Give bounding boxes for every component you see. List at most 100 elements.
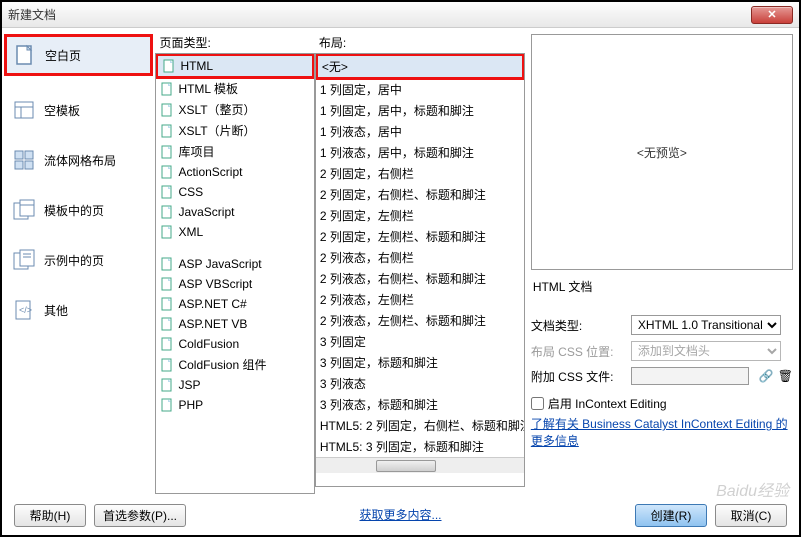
layout-item[interactable]: 2 列固定，左侧栏 — [316, 205, 524, 226]
layout-item[interactable]: 3 列固定 — [316, 331, 524, 352]
svg-text:</>: </> — [19, 305, 32, 315]
attach-css-label: 附加 CSS 文件: — [531, 368, 625, 385]
trash-icon[interactable]: 🗑 — [778, 369, 793, 383]
page-type-item[interactable]: ASP VBScript — [156, 274, 313, 294]
page-type-item[interactable]: JSP — [156, 375, 313, 395]
preview-box: <无预览> — [531, 34, 793, 270]
sidebar-item-page-from-sample[interactable]: 示例中的页 — [6, 244, 151, 276]
footer: 帮助(H) 首选参数(P)... 获取更多内容... 创建(R) 取消(C) — [2, 504, 799, 527]
file-icon — [160, 336, 174, 352]
page-type-list[interactable]: HTMLHTML 模板XSLT（整页）XSLT（片断）库项目ActionScri… — [155, 53, 314, 494]
fluid-grid-icon — [12, 148, 36, 172]
close-button[interactable]: ✕ — [751, 6, 793, 24]
layout-item[interactable]: 2 列液态，左侧栏、标题和脚注 — [316, 310, 524, 331]
scroll-thumb[interactable] — [376, 460, 436, 472]
enable-incontext-label: 启用 InContext Editing — [548, 395, 667, 412]
file-icon — [160, 316, 174, 332]
layout-item[interactable]: 2 列固定，右侧栏 — [316, 163, 524, 184]
layout-item[interactable]: 2 列液态，右侧栏 — [316, 247, 524, 268]
attach-css-input — [631, 367, 749, 385]
sidebar-item-blank-template[interactable]: 空模板 — [6, 94, 151, 126]
file-icon — [160, 276, 174, 292]
page-type-item[interactable]: PHP — [156, 395, 313, 415]
layout-item[interactable]: 2 列液态，左侧栏 — [316, 289, 524, 310]
file-icon — [160, 296, 174, 312]
layout-column: 布局: <无>1 列固定，居中1 列固定，居中，标题和脚注1 列液态，居中1 列… — [315, 28, 525, 494]
cancel-button[interactable]: 取消(C) — [715, 504, 787, 527]
layout-item[interactable]: 3 列液态 — [316, 373, 524, 394]
enable-incontext-row: 启用 InContext Editing — [531, 395, 793, 412]
doc-type-select[interactable]: XHTML 1.0 Transitional — [631, 315, 781, 335]
sidebar-item-label: 其他 — [44, 302, 68, 319]
layout-item[interactable]: 2 列固定，左侧栏、标题和脚注 — [316, 226, 524, 247]
layout-item[interactable]: <无> — [315, 53, 525, 80]
horizontal-scrollbar[interactable] — [316, 457, 524, 473]
page-type-item[interactable]: ASP.NET C# — [156, 294, 313, 314]
sidebar-item-label: 流体网格布局 — [44, 152, 116, 169]
incontext-learn-more-link[interactable]: 了解有关 Business Catalyst InContext Editing… — [531, 416, 793, 450]
page-type-item[interactable]: XML — [156, 222, 313, 242]
page-type-item[interactable]: ActionScript — [156, 162, 313, 182]
preferences-button[interactable]: 首选参数(P)... — [94, 504, 186, 527]
sidebar-item-blank-page[interactable]: 空白页 — [4, 34, 153, 76]
doc-type-label: 文档类型: — [531, 317, 625, 334]
sidebar: 空白页 空模板 流体网格布局 模板中的页 示例中的页 </> 其他 — [2, 28, 155, 494]
page-type-item[interactable]: XSLT（片断） — [156, 120, 313, 141]
close-icon: ✕ — [767, 8, 776, 21]
page-type-label: 页面类型: — [159, 34, 314, 51]
sidebar-item-other[interactable]: </> 其他 — [6, 294, 151, 326]
page-type-item[interactable]: XSLT（整页） — [156, 99, 313, 120]
layout-label: 布局: — [319, 34, 525, 51]
page-type-item[interactable]: ColdFusion — [156, 334, 313, 354]
layout-item[interactable]: 3 列固定，标题和脚注 — [316, 352, 524, 373]
page-type-item[interactable]: 库项目 — [156, 141, 313, 162]
file-icon — [160, 184, 174, 200]
right-pane: <无预览> HTML 文档 文档类型: XHTML 1.0 Transition… — [525, 28, 799, 494]
css-position-label: 布局 CSS 位置: — [531, 343, 625, 360]
file-icon — [160, 397, 174, 413]
file-icon — [160, 224, 174, 240]
link-icon[interactable]: 🔗 — [759, 369, 774, 383]
attach-css-row: 附加 CSS 文件: 🔗 🗑 — [531, 367, 793, 385]
layout-item[interactable]: 1 列固定，居中，标题和脚注 — [316, 100, 524, 121]
page-type-item[interactable]: ASP JavaScript — [156, 254, 313, 274]
page-type-column: 页面类型: HTMLHTML 模板XSLT（整页）XSLT（片断）库项目Acti… — [155, 28, 314, 494]
page-from-template-icon — [12, 198, 36, 222]
file-icon — [160, 357, 174, 373]
page-type-item[interactable]: HTML 模板 — [156, 78, 313, 99]
page-type-item[interactable]: CSS — [156, 182, 313, 202]
layout-item[interactable]: 1 列液态，居中，标题和脚注 — [316, 142, 524, 163]
page-type-item[interactable]: JavaScript — [156, 202, 313, 222]
file-icon — [160, 164, 174, 180]
help-button[interactable]: 帮助(H) — [14, 504, 86, 527]
layout-item[interactable]: HTML5: 3 列固定，标题和脚注 — [316, 436, 524, 457]
sidebar-item-fluid-grid[interactable]: 流体网格布局 — [6, 144, 151, 176]
page-type-item[interactable]: HTML — [155, 53, 314, 79]
file-icon — [160, 81, 174, 97]
sidebar-item-label: 空模板 — [44, 102, 80, 119]
preview-text: <无预览> — [637, 144, 687, 161]
page-type-item[interactable]: ColdFusion 组件 — [156, 354, 313, 375]
layout-list[interactable]: <无>1 列固定，居中1 列固定，居中，标题和脚注1 列液态，居中1 列液态，居… — [315, 53, 525, 487]
sidebar-item-label: 空白页 — [45, 47, 81, 64]
file-icon — [162, 58, 176, 74]
enable-incontext-checkbox[interactable] — [531, 397, 544, 410]
sidebar-item-page-from-template[interactable]: 模板中的页 — [6, 194, 151, 226]
layout-item[interactable]: 1 列固定，居中 — [316, 79, 524, 100]
layout-item[interactable]: 3 列液态，标题和脚注 — [316, 394, 524, 415]
page-type-item[interactable]: ASP.NET VB — [156, 314, 313, 334]
layout-item[interactable]: 2 列液态，右侧栏、标题和脚注 — [316, 268, 524, 289]
sidebar-item-label: 模板中的页 — [44, 202, 104, 219]
layout-item[interactable]: 1 列液态，居中 — [316, 121, 524, 142]
layout-item[interactable]: HTML5: 2 列固定，右侧栏、标题和脚注 — [316, 415, 524, 436]
page-from-sample-icon — [12, 248, 36, 272]
layout-item[interactable]: 2 列固定，右侧栏、标题和脚注 — [316, 184, 524, 205]
create-button[interactable]: 创建(R) — [635, 504, 707, 527]
file-icon — [160, 102, 174, 118]
title-bar: 新建文档 ✕ — [2, 2, 799, 28]
file-icon — [160, 256, 174, 272]
blank-page-icon — [13, 43, 37, 67]
sidebar-item-label: 示例中的页 — [44, 252, 104, 269]
css-position-select: 添加到文档头 — [631, 341, 781, 361]
get-more-link[interactable]: 获取更多内容... — [359, 507, 441, 524]
